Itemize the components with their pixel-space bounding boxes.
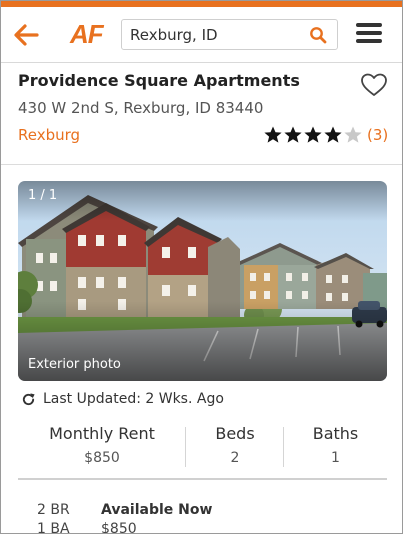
heart-outline-icon[interactable]: [360, 72, 388, 98]
stat-label: Monthly Rent: [49, 424, 155, 443]
apartment-exterior-image: [18, 181, 387, 381]
unit-price: $850: [101, 521, 137, 534]
listing-title: Providence Square Apartments: [18, 71, 300, 90]
menu-line: [356, 31, 382, 35]
unit-baths: 1 BA: [37, 521, 70, 534]
menu-line: [356, 39, 382, 43]
star-icon: [304, 126, 322, 143]
menu-line: [356, 23, 382, 27]
photo-caption: Exterior photo: [28, 357, 121, 372]
stats-row: Monthly Rent $850 Beds 2 Baths 1: [18, 424, 387, 476]
divider: [18, 478, 387, 480]
review-count-link[interactable]: (3): [367, 126, 388, 144]
star-icon: [264, 126, 282, 143]
search-input[interactable]: [130, 24, 310, 46]
search-box[interactable]: [121, 19, 338, 50]
stat-monthly-rent: Monthly Rent $850: [18, 424, 186, 468]
listing-city-link[interactable]: Rexburg: [18, 126, 80, 144]
listing-address: 430 W 2nd S, Rexburg, ID 83440: [18, 99, 264, 117]
hamburger-menu-icon[interactable]: [356, 23, 382, 45]
availability-status: Available Now: [101, 502, 213, 518]
stat-label: Baths: [312, 424, 359, 443]
rating-stars[interactable]: (3): [263, 125, 388, 145]
unit-type: 2 BR 1 BA: [37, 501, 70, 534]
divider: [1, 164, 402, 165]
stat-value: 1: [331, 450, 340, 466]
photo-counter: 1 / 1: [28, 188, 58, 203]
unit-availability[interactable]: Available Now $850: [101, 501, 213, 534]
stat-beds: Beds 2: [186, 424, 284, 468]
arrow-left-icon[interactable]: [13, 23, 39, 47]
unit-beds: 2 BR: [37, 502, 70, 518]
logo[interactable]: AF: [70, 19, 104, 50]
search-icon[interactable]: [309, 26, 327, 44]
stat-value: $850: [84, 450, 120, 466]
header: AF: [1, 7, 402, 63]
last-updated-text: Last Updated: 2 Wks. Ago: [43, 391, 224, 407]
star-icon: [324, 126, 342, 143]
last-updated: Last Updated: 2 Wks. Ago: [21, 391, 224, 407]
stat-baths: Baths 1: [284, 424, 387, 468]
star-icon: [344, 126, 362, 143]
stat-value: 2: [230, 450, 240, 466]
listing-photo[interactable]: 1 / 1 Exterior photo: [18, 181, 387, 381]
app-frame: AF Providence Square Apartments 430 W 2n…: [0, 0, 403, 534]
stat-label: Beds: [215, 424, 255, 443]
refresh-icon: [22, 392, 35, 405]
star-icon: [284, 126, 302, 143]
